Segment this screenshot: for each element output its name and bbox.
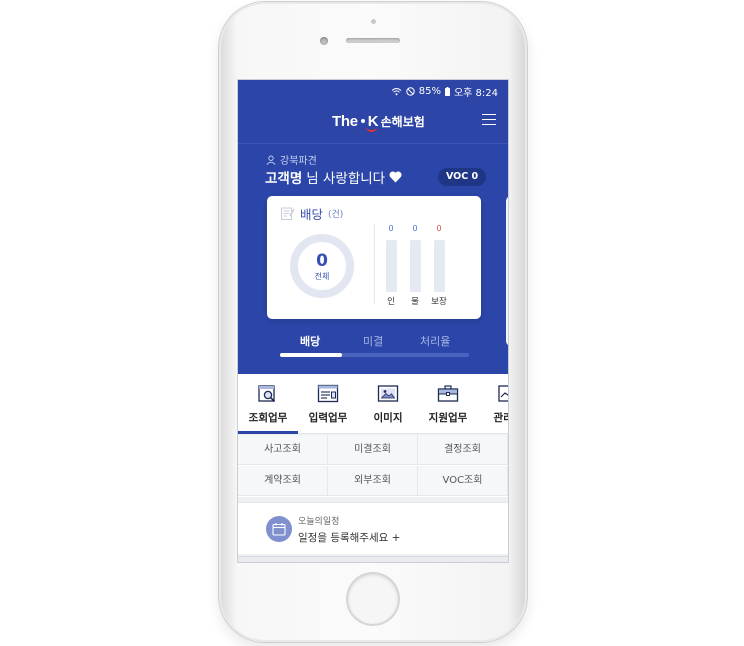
do-not-disturb-icon	[406, 86, 415, 96]
quick-link-3[interactable]: 계약조회	[238, 466, 328, 496]
summary-card[interactable]: 배당 (건) 0 전체 0 인 0 물 0 보장	[267, 196, 481, 319]
home-button[interactable]	[348, 574, 398, 624]
front-camera	[320, 37, 328, 45]
nav-tab-label: 이미지	[373, 412, 403, 424]
active-tab-indicator	[238, 431, 298, 434]
card-title-text: 배당	[300, 207, 324, 222]
nav-tab-label: 조회업무	[248, 412, 288, 424]
wifi-icon	[391, 87, 402, 95]
bar-value: 0	[436, 224, 442, 233]
quick-link-5[interactable]: VOC조회	[418, 466, 508, 496]
image-icon	[377, 385, 399, 408]
next-card-peek[interactable]	[506, 196, 508, 346]
app-screen: 85% 오후 8:24 The K 손해보험 강북파견 고객명 님 사랑합니다 …	[237, 79, 509, 563]
category-bars: 0 인 0 물 0 보장	[383, 224, 473, 314]
quick-link-0[interactable]: 사고조회	[238, 435, 328, 465]
heart-icon	[389, 171, 402, 183]
nav-tab-1[interactable]: 입력업무	[298, 374, 358, 434]
branch-name: 강북파견	[280, 156, 317, 167]
bar-label: 물	[411, 297, 419, 307]
status-bar: 85% 오후 8:24	[391, 84, 498, 99]
bar-2: 0 보장	[431, 224, 447, 307]
sub-tab-2[interactable]: 처리율	[420, 333, 450, 349]
nav-tab-0[interactable]: 조회업무	[238, 374, 298, 434]
bar-value: 0	[412, 224, 418, 233]
logo-smile	[365, 127, 377, 132]
customer-name: 고객명	[265, 171, 303, 187]
total-label: 전체	[314, 272, 330, 281]
greeting-text: 님 사랑합니다	[306, 171, 386, 187]
today-schedule: 오늘의일정 일정을 등록해주세요 +	[238, 502, 508, 554]
bottom-divider	[238, 556, 508, 562]
quick-link-grid: 사고조회 미결조회 결정조회계약조회 외부조회 VOC조회	[238, 435, 508, 497]
add-schedule-link[interactable]: 일정을 등록해주세요 +	[298, 530, 400, 545]
briefcase-icon	[437, 385, 459, 408]
battery-percent: 85%	[418, 85, 441, 97]
calendar-badge	[266, 516, 292, 542]
logo-text: 손해보험	[380, 114, 425, 129]
card-sub-tabs: 배당 미결 처리율	[280, 333, 470, 349]
chart-document-icon	[497, 385, 508, 408]
bar-0: 0인	[383, 224, 399, 307]
bar-label: 인	[387, 297, 395, 307]
clock: 오후 8:24	[453, 87, 498, 99]
user-icon	[266, 155, 276, 165]
card-divider	[374, 224, 375, 304]
quick-link-2[interactable]: 결정조회	[418, 435, 508, 465]
nav-tab-4[interactable]: 관리업	[478, 374, 509, 434]
device-mockup: 85% 오후 8:24 The K 손해보험 강북파견 고객명 님 사랑합니다 …	[0, 0, 744, 646]
voc-badge[interactable]: VOC 0	[438, 168, 487, 186]
carousel-progress-fill	[280, 353, 343, 357]
quick-link-1[interactable]: 미결조회	[328, 435, 418, 465]
user-branch: 강북파견	[266, 152, 317, 167]
total-value: 0	[316, 251, 328, 271]
bar-track	[433, 240, 445, 292]
bar-track	[385, 240, 397, 292]
input-form-icon	[317, 384, 339, 408]
calendar-icon	[272, 523, 286, 536]
logo-k: K	[365, 113, 379, 132]
proximity-sensor	[371, 19, 376, 24]
work-nav-tabs: 조회업무 입력업무 이미지 지원업무 관리업	[238, 374, 509, 434]
earpiece-speaker	[346, 38, 400, 43]
bar-label: 보장	[431, 297, 447, 307]
bar-1: 0물	[407, 224, 423, 307]
nav-tab-label: 지원업무	[428, 412, 468, 424]
search-document-icon	[257, 385, 279, 408]
logo-the: The	[332, 112, 358, 130]
nav-tab-2[interactable]: 이미지	[358, 374, 418, 434]
sub-tab-0[interactable]: 배당	[300, 333, 320, 349]
carousel-progress	[280, 353, 469, 357]
battery-icon	[444, 86, 450, 96]
schedule-label: 오늘의일정	[298, 517, 340, 527]
card-unit: (건)	[328, 210, 344, 220]
nav-tab-3[interactable]: 지원업무	[418, 374, 478, 434]
nav-tab-label: 관리업	[493, 412, 509, 424]
sub-tab-1[interactable]: 미결	[363, 333, 383, 349]
bar-value: 0	[388, 224, 394, 233]
bar-track	[409, 240, 421, 292]
app-logo: The K 손해보험	[332, 112, 425, 132]
card-title: 배당 (건)	[281, 204, 343, 223]
logo-dot	[360, 119, 365, 123]
hamburger-menu-icon[interactable]	[482, 114, 496, 126]
quick-link-4[interactable]: 외부조회	[328, 466, 418, 496]
total-donut: 0 전체	[290, 234, 354, 298]
memo-icon	[281, 207, 295, 220]
greeting: 고객명 님 사랑합니다	[265, 167, 402, 187]
nav-tab-label: 입력업무	[308, 412, 348, 424]
